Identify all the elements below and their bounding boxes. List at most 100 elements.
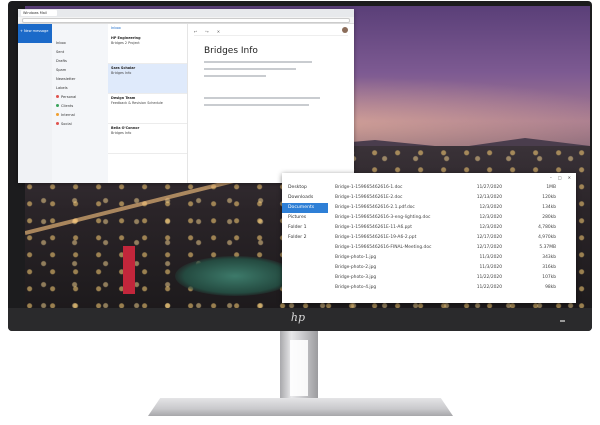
message-text-line — [204, 104, 309, 106]
close-icon[interactable]: ✕ — [568, 175, 571, 180]
label-dot-icon — [56, 113, 59, 116]
red-banner — [123, 246, 135, 294]
label-dot-icon — [56, 104, 59, 107]
nav-item[interactable]: Folder 1 — [282, 223, 328, 233]
cable-slot — [290, 340, 308, 396]
label-dot-icon — [56, 122, 59, 125]
message-item[interactable]: Bella O'Connor Bridges Info — [108, 124, 187, 154]
power-button[interactable] — [560, 320, 565, 322]
file-size: 5.37MB — [539, 245, 556, 250]
folder-label: Social — [61, 121, 72, 126]
file-date: 11/3/2020 — [479, 265, 502, 270]
nav-item[interactable]: Documents — [282, 203, 328, 213]
message-item[interactable]: HP Engineering Bridges 2 Project — [108, 34, 187, 64]
nav-item[interactable]: Pictures — [282, 213, 328, 223]
delete-icon[interactable]: ✕ — [217, 29, 220, 34]
folder-item[interactable]: Personal — [56, 92, 108, 101]
file-name: Bridge-1-159665462616-1.doc — [335, 185, 403, 190]
reading-pane: ↩ ↪ ✕ Bridges Info — [188, 24, 354, 183]
file-date: 11/3/2020 — [479, 255, 502, 260]
folder-item[interactable]: Spam — [56, 65, 108, 74]
file-name: Bridge-1-15966546261E-19-A6-2.ppt — [335, 235, 417, 240]
folder-item[interactable]: Labels — [56, 83, 108, 92]
city-plaza — [175, 256, 295, 296]
browser-tab[interactable]: Windows Mail — [21, 10, 57, 16]
file-name: Bridge-1-159665462616-3-eng-lighting.doc — [335, 215, 431, 220]
message-subject: Bridges Info — [111, 130, 132, 135]
file-name: Bridge-photo-1.jpg — [335, 255, 377, 260]
file-name: Bridge-1-159665462616-FINAL-Meeting.doc — [335, 245, 432, 250]
file-row[interactable]: Bridge-1-159665462616-2.1.pdf.doc 12/3/20… — [332, 203, 572, 213]
file-row[interactable]: Bridge-1-15966546261E-11-A6.ppt 12/3/2020… — [332, 223, 572, 233]
folder-item[interactable]: Internal — [56, 110, 108, 119]
folder-list: Inbox Sent Drafts Spam Newsletter Labels Perso… — [52, 24, 108, 183]
file-size: 1MB — [546, 185, 556, 190]
message-text-line — [204, 61, 312, 63]
folder-label: Internal — [61, 112, 75, 117]
file-list: Bridge-1-159665462616-1.doc 11/27/2020 1MB… — [332, 183, 572, 293]
file-row[interactable]: Bridge-1-15966546261E-19-A6-2.ppt 12/17/2… — [332, 233, 572, 243]
file-date: 12/3/2020 — [479, 205, 502, 210]
file-name: Bridge-photo-4.jpg — [335, 285, 377, 290]
file-size: 280kb — [542, 215, 556, 220]
message-item[interactable]: Design Team Feedback & Revision Schedule — [108, 94, 187, 124]
file-row[interactable]: Bridge-photo-3.jpg 11/22/2020 107kb — [332, 273, 572, 283]
stand-base — [148, 398, 453, 416]
file-name: Bridge-1-159665462616-2.1.pdf.doc — [335, 205, 415, 210]
hp-logo: hp — [290, 311, 306, 324]
folder-item[interactable]: Clients — [56, 101, 108, 110]
nav-item[interactable]: Folder 2 — [282, 233, 328, 243]
file-date: 12/17/2020 — [476, 245, 502, 250]
folder-item[interactable]: Social — [56, 119, 108, 128]
file-row[interactable]: Bridge-1-159665462616-3-eng-lighting.doc… — [332, 213, 572, 223]
folder-label: Inbox — [56, 40, 66, 45]
file-row[interactable]: Bridge-1-15966546261E-2.doc 12/13/2020 120… — [332, 193, 572, 203]
file-row[interactable]: Bridge-1-159665462616-1.doc 11/27/2020 1MB — [332, 183, 572, 193]
folder-item[interactable]: Sent — [56, 47, 108, 56]
new-message-button[interactable]: + New message — [20, 27, 50, 35]
message-subject: Bridges Info — [111, 70, 132, 75]
folder-label: Drafts — [56, 58, 67, 63]
file-row[interactable]: Bridge-photo-1.jpg 11/3/2020 343kb — [332, 253, 572, 263]
file-explorer-window: – □ ✕ Desktop Downloads Documents Pictures F… — [282, 173, 576, 303]
minimize-icon[interactable]: – — [550, 175, 552, 180]
file-size: 343kb — [542, 255, 556, 260]
folder-item[interactable]: Inbox — [56, 38, 108, 47]
url-input[interactable] — [22, 17, 350, 23]
message-text-line — [204, 97, 320, 99]
message-text-line — [204, 75, 266, 77]
file-date: 12/3/2020 — [479, 215, 502, 220]
file-size: 4,970kb — [538, 235, 556, 240]
message-subject: Feedback & Revision Schedule — [111, 100, 163, 105]
file-size: 316kb — [542, 265, 556, 270]
nav-item[interactable]: Downloads — [282, 193, 328, 203]
file-row[interactable]: Bridge-photo-4.jpg 11/22/2020 98kb — [332, 283, 572, 293]
nav-item[interactable]: Desktop — [282, 183, 328, 193]
maximize-icon[interactable]: □ — [558, 175, 562, 180]
forward-icon[interactable]: ↪ — [205, 29, 208, 34]
avatar[interactable] — [342, 27, 348, 33]
folder-label: Spam — [56, 67, 67, 72]
message-sender: Sara Scholar — [111, 66, 136, 70]
file-name: Bridge-1-15966546261E-11-A6.ppt — [335, 225, 412, 230]
label-dot-icon — [56, 95, 59, 98]
folder-item[interactable]: Newsletter — [56, 74, 108, 83]
mail-window: Windows Mail + New message Inbox Sent Draf… — [18, 9, 354, 183]
file-row[interactable]: Bridge-photo-2.jpg 11/3/2020 316kb — [332, 263, 572, 273]
plus-icon: + — [20, 29, 23, 33]
file-date: 11/27/2020 — [476, 185, 502, 190]
folder-label: Clients — [61, 103, 74, 108]
folder-item[interactable]: Drafts — [56, 56, 108, 65]
file-name: Bridge-photo-3.jpg — [335, 275, 377, 280]
reply-icon[interactable]: ↩ — [194, 29, 197, 34]
message-sender: Design Team — [111, 96, 136, 100]
folder-label: Sent — [56, 49, 65, 54]
file-row[interactable]: Bridge-1-159665462616-FINAL-Meeting.doc 1… — [332, 243, 572, 253]
mail-app-rail: + New message — [18, 24, 52, 183]
navigation-pane: Desktop Downloads Documents Pictures Folder … — [282, 183, 328, 303]
file-size: 107kb — [542, 275, 556, 280]
file-size: 134kb — [542, 205, 556, 210]
message-item[interactable]: Sara Scholar Bridges Info — [108, 64, 187, 94]
message-title: Bridges Info — [204, 46, 258, 56]
reader-toolbar: ↩ ↪ ✕ — [194, 28, 348, 36]
